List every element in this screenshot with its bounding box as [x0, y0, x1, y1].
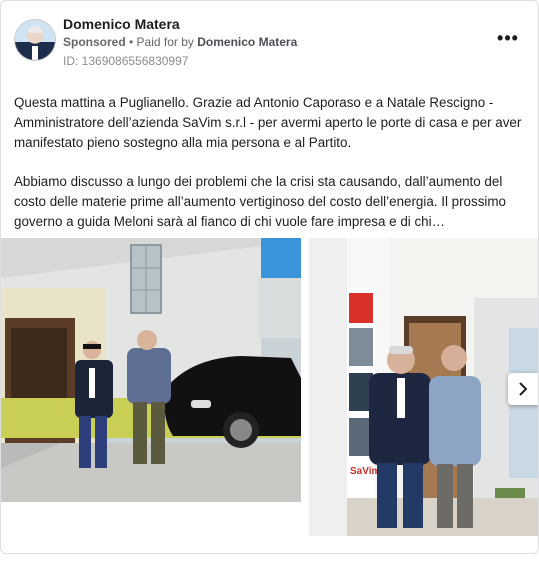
- image-carousel: SaVim: [1, 238, 538, 536]
- post-text: Questa mattina a Puglianello. Grazie ad …: [14, 93, 529, 251]
- carousel-photo-2[interactable]: SaVim: [309, 238, 538, 536]
- paid-for-name: Domenico Matera: [197, 35, 298, 49]
- post-paragraph-1: Questa mattina a Puglianello. Grazie ad …: [14, 95, 522, 150]
- carousel-photo-1[interactable]: [1, 238, 301, 502]
- paid-for-prefix: Paid for by: [136, 35, 198, 49]
- photo-sign-text: SaVim: [350, 466, 380, 477]
- sponsored-line: Sponsored • Paid for by Domenico Matera: [63, 35, 297, 49]
- chevron-right-icon: [519, 382, 528, 396]
- post-paragraph-2: Abbiamo discusso a lungo dei problemi ch…: [14, 174, 506, 229]
- separator-dot: •: [125, 35, 137, 49]
- more-options-icon[interactable]: •••: [497, 29, 519, 49]
- ad-card: Domenico Matera Sponsored • Paid for by …: [0, 0, 539, 554]
- author-name[interactable]: Domenico Matera: [63, 16, 180, 32]
- sponsored-label: Sponsored: [63, 35, 126, 49]
- avatar[interactable]: [14, 19, 56, 61]
- carousel-next-button[interactable]: [508, 373, 538, 405]
- ad-id: ID: 1369086556830997: [63, 54, 189, 68]
